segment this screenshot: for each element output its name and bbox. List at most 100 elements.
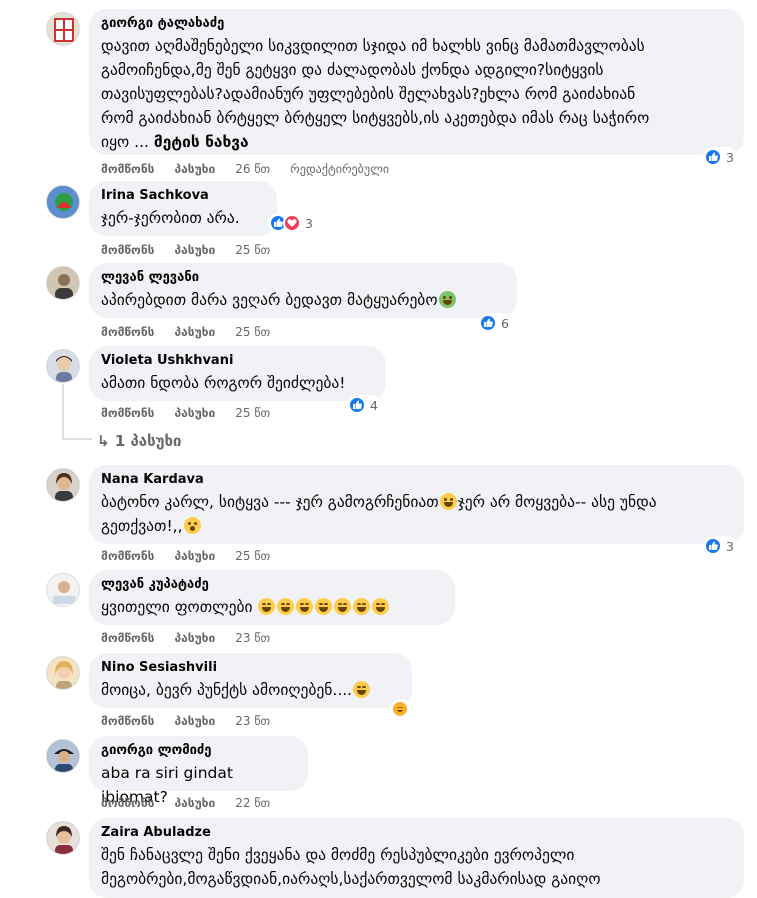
comment-actions: მომწონს პასუხი 25 წთ — [101, 243, 290, 257]
like-icon — [704, 537, 722, 555]
comment-text: მოიცა, ბევრ პუნქტს ამოიღებენ.... — [101, 678, 400, 702]
like-button[interactable]: მომწონს — [101, 325, 154, 339]
avatar[interactable] — [46, 821, 80, 855]
avatar[interactable] — [46, 349, 80, 383]
reply-button[interactable]: პასუხი — [174, 325, 215, 339]
timestamp[interactable]: 23 წთ — [235, 631, 270, 645]
thread-line — [62, 438, 92, 440]
haha-icon — [391, 700, 409, 718]
laughing-face-icon — [296, 598, 314, 615]
comment-actions: მომწონს პასუხი 23 წთ — [101, 631, 290, 645]
laughing-face-icon — [258, 598, 276, 615]
comment-bubble: Nino Sesiashvili მოიცა, ბევრ პუნქტს ამოი… — [89, 653, 412, 708]
comment-text: ყვითელი ფოთლები — [101, 595, 443, 619]
reaction-summary[interactable]: 4 — [347, 395, 381, 415]
like-button[interactable]: მომწონს — [101, 631, 154, 645]
avatar[interactable] — [46, 468, 80, 502]
reply-button[interactable]: პასუხი — [174, 162, 215, 176]
timestamp[interactable]: 25 წთ — [235, 325, 270, 339]
comment-bubble: Irina Sachkova ჯერ-ჯერობით არა. — [89, 181, 277, 236]
reaction-summary[interactable]: 3 — [703, 536, 737, 556]
comment-text: ამათი ნდობა როგორ შეიძლება! — [101, 374, 346, 392]
comment-bubble: Zaira Abuladze შენ ჩანაცვლე შენი ქვეყანა… — [89, 818, 744, 898]
laughing-face-icon — [315, 598, 333, 615]
laughing-face-icon — [334, 598, 352, 615]
reaction-summary[interactable]: 3 — [268, 213, 316, 233]
reaction-summary[interactable] — [390, 699, 412, 719]
grinning-face-icon — [439, 493, 457, 510]
avatar[interactable] — [46, 573, 80, 607]
like-button[interactable]: მომწონს — [101, 243, 154, 257]
comment-text: ბატონო კარლ, სიტყვა --- ჯერ გამოგრჩენიათ… — [101, 493, 657, 535]
reaction-count: 6 — [501, 315, 509, 331]
surprised-face-icon — [183, 517, 201, 534]
comment-bubble: ლევან ლევანი აპირებდით მარა ვეღარ ბედავთ… — [89, 263, 517, 318]
comment-bubble: Nana Kardava ბატონო კარლ, სიტყვა --- ჯერ… — [89, 465, 744, 544]
reply-arrow-icon: ↳ — [97, 432, 110, 450]
thread-line — [62, 384, 64, 440]
comment-text: შენ ჩანაცვლე შენი ქვეყანა და მოძმე რესპუ… — [101, 846, 601, 888]
rolling-laughing-icon — [353, 681, 371, 698]
timestamp[interactable]: 23 წთ — [235, 714, 270, 728]
reply-button[interactable]: პასუხი — [174, 796, 215, 810]
comment-bubble: Violeta Ushkhvani ამათი ნდობა როგორ შეიძ… — [89, 346, 386, 401]
comment-author[interactable]: ლევან კუპატაძე — [101, 577, 443, 593]
edited-label: რედაქტირებული — [290, 162, 390, 176]
comment-author[interactable]: Zaira Abuladze — [101, 825, 732, 841]
comment-actions: მომწონს პასუხი 23 წთ — [101, 714, 290, 728]
laughing-face-icon — [277, 598, 295, 615]
reaction-count: 4 — [370, 397, 378, 413]
reply-button[interactable]: პასუხი — [174, 631, 215, 645]
comment-author[interactable]: Irina Sachkova — [101, 188, 265, 204]
timestamp[interactable]: 22 წთ — [235, 796, 270, 810]
timestamp[interactable]: 25 წთ — [235, 406, 270, 420]
laughing-face-icon — [353, 598, 371, 615]
like-button[interactable]: მომწონს — [101, 714, 154, 728]
comment-actions: მომწონს პასუხი 25 წთ — [101, 325, 290, 339]
like-icon — [704, 148, 722, 166]
comment-actions: მომწონს პასუხი 25 წთ — [101, 549, 290, 563]
comment-bubble: გიორგი ტალახაძე დავით აღმაშენებელი სიკვდ… — [89, 9, 744, 155]
reaction-count: 3 — [726, 538, 734, 554]
reply-button[interactable]: პასუხი — [174, 243, 215, 257]
comment-text: ჯერ-ჯერობით არა. — [101, 209, 240, 227]
comment-text: დავით აღმაშენებელი სიკვდილით სჯიდა იმ ხა… — [101, 37, 650, 151]
comment-text: აპირებდით მარა ვეღარ ბედავთ მატყუარებო — [101, 288, 505, 312]
avatar[interactable] — [46, 185, 80, 219]
see-more-link[interactable]: მეტის ნახვა — [154, 133, 249, 151]
comment-author[interactable]: ლევან ლევანი — [101, 270, 505, 286]
comment-bubble: ლევან კუპატაძე ყვითელი ფოთლები — [89, 570, 455, 625]
timestamp[interactable]: 25 წთ — [235, 549, 270, 563]
like-button[interactable]: მომწონს — [101, 549, 154, 563]
reply-button[interactable]: პასუხი — [174, 714, 215, 728]
comment-author[interactable]: Nana Kardava — [101, 472, 732, 488]
like-icon — [479, 314, 497, 332]
sick-face-icon — [438, 291, 456, 308]
comment-actions: მომწონს პასუხი 25 წთ — [101, 406, 290, 420]
like-button[interactable]: მომწონს — [101, 162, 154, 176]
comment-author[interactable]: Violeta Ushkhvani — [101, 353, 374, 369]
comment-author[interactable]: გიორგი ლომიძე — [101, 743, 296, 759]
view-replies-link[interactable]: ↳ 1 პასუხი — [97, 432, 181, 450]
timestamp[interactable]: 26 წთ — [235, 162, 270, 176]
reply-button[interactable]: პასუხი — [174, 549, 215, 563]
avatar[interactable] — [46, 266, 80, 300]
avatar[interactable] — [46, 656, 80, 690]
comment-actions: მომწონს პასუხი 26 წთ რედაქტირებული — [101, 162, 409, 176]
like-icon — [348, 396, 366, 414]
comment-author[interactable]: Nino Sesiashvili — [101, 660, 400, 676]
reaction-count: 3 — [726, 149, 734, 165]
avatar[interactable] — [46, 12, 80, 46]
reaction-count: 3 — [305, 215, 313, 231]
comment-bubble: გიორგი ლომიძე aba ra siri gindat ibiomat… — [89, 736, 308, 806]
comment-author[interactable]: გიორგი ტალახაძე — [101, 16, 732, 32]
timestamp[interactable]: 25 წთ — [235, 243, 270, 257]
comment-actions: მომწონს პასუხი 22 წთ — [101, 796, 290, 810]
reaction-summary[interactable]: 6 — [478, 313, 512, 333]
avatar[interactable] — [46, 739, 80, 773]
like-button[interactable]: მომწონს — [101, 406, 154, 420]
like-button[interactable]: მომწონს — [101, 796, 154, 810]
reply-button[interactable]: პასუხი — [174, 406, 215, 420]
reaction-summary[interactable]: 3 — [703, 147, 737, 167]
laughing-face-icon — [372, 598, 390, 615]
